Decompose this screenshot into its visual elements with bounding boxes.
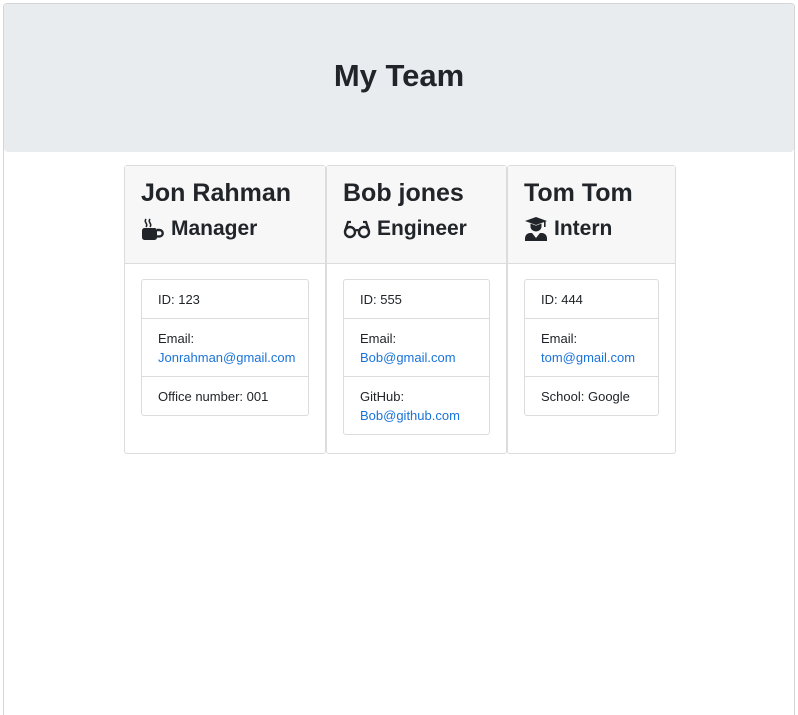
page-title: My Team <box>333 58 465 93</box>
employee-details: ID: 123 Email: Jonrahman@gmail.com Offic… <box>141 279 309 416</box>
employee-id: ID: 444 <box>541 292 583 307</box>
office-number: Office number: 001 <box>142 376 308 415</box>
employee-details: ID: 555 Email: Bob@gmail.com GitHub: Bob… <box>343 279 490 435</box>
graduate-icon <box>524 217 548 241</box>
github-label: GitHub: <box>360 389 405 404</box>
role-label: Manager <box>171 217 258 240</box>
github-link[interactable]: Bob@github.com <box>360 408 460 423</box>
team-header: My Team <box>4 4 794 152</box>
coffee-mug-icon <box>141 217 165 241</box>
employee-details: ID: 444 Email: tom@gmail.com School: Goo… <box>524 279 659 416</box>
email-label: Email: <box>158 331 195 346</box>
employee-role: Intern <box>524 215 675 243</box>
email-link[interactable]: Jonrahman@gmail.com <box>158 350 295 365</box>
role-label: Engineer <box>377 217 467 240</box>
employee-card-engineer: Bob jones Engineer ID: 555 Email: Bob@gm… <box>326 165 507 454</box>
employee-card-manager: Jon Rahman Manager ID: 123 Email: Jonrah… <box>124 165 326 454</box>
employee-name: Tom Tom <box>524 179 633 207</box>
employee-role: Manager <box>141 215 325 243</box>
email-label: Email: <box>360 331 397 346</box>
employee-name: Jon Rahman <box>141 179 292 207</box>
employee-email-row: Email: Bob@gmail.com <box>344 318 489 376</box>
email-label: Email: <box>541 331 578 346</box>
employee-id: ID: 555 <box>360 292 402 307</box>
card-header: Bob jones Engineer <box>327 166 506 264</box>
card-header: Tom Tom Intern <box>508 166 675 264</box>
school-row: School: Google <box>525 376 658 415</box>
employee-email-row: Email: tom@gmail.com <box>525 318 658 376</box>
employee-role: Engineer <box>343 215 506 243</box>
employee-id: ID: 123 <box>158 292 200 307</box>
employee-card-intern: Tom Tom Intern ID: 444 Email: tom@gmail.… <box>507 165 676 454</box>
employee-name: Bob jones <box>343 179 464 207</box>
email-link[interactable]: Bob@gmail.com <box>360 350 456 365</box>
glasses-icon <box>343 217 371 241</box>
role-label: Intern <box>554 217 613 240</box>
employee-email-row: Email: Jonrahman@gmail.com <box>142 318 308 376</box>
email-link[interactable]: tom@gmail.com <box>541 350 635 365</box>
card-header: Jon Rahman Manager <box>125 166 325 264</box>
github-row: GitHub: Bob@github.com <box>344 376 489 434</box>
